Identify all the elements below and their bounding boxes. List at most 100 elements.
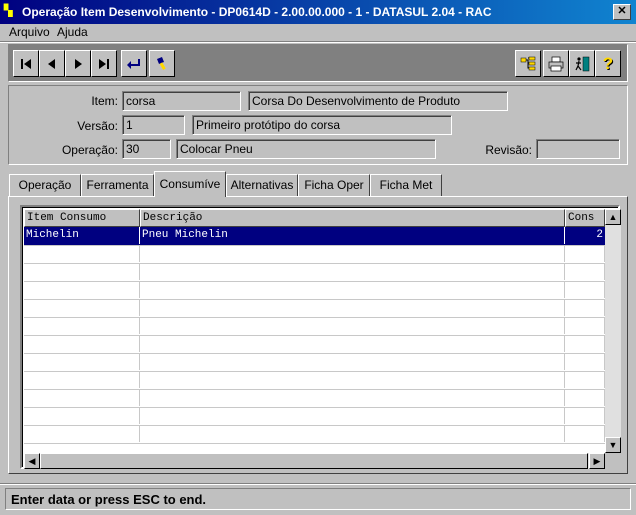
menu-divider [0,41,636,43]
empty-cell [140,371,565,388]
empty-table-row[interactable] [24,407,605,426]
empty-table-row[interactable] [24,299,605,318]
operacao-label: Operação: [61,143,118,157]
goto-button[interactable] [121,50,147,77]
help-icon: ? [602,53,614,73]
tab-ficha-met[interactable]: Ficha Met [370,174,442,196]
item-description-field: Corsa Do Desenvolvimento de Produto [248,91,508,111]
horizontal-scroll-thumb[interactable] [40,453,588,469]
column-header-item-consumo[interactable]: Item Consumo [24,209,140,227]
item-label: Item: [91,94,118,108]
horizontal-scrollbar[interactable]: ◀ ▶ [24,453,605,469]
empty-cell [140,353,565,370]
tree-icon [520,56,536,70]
empty-cell [140,335,565,352]
tree-button[interactable] [515,50,541,77]
window-title: Operação Item Desenvolvimento - DP0614D … [22,5,492,19]
next-record-button[interactable] [65,50,91,77]
tab-consumiveis[interactable]: Consumíve [154,171,226,197]
scroll-up-button[interactable]: ▲ [605,209,621,225]
empty-table-row[interactable] [24,425,605,444]
empty-cell [140,317,565,334]
consumiveis-grid[interactable]: Item Consumo Descrição Cons Michelin Pne… [20,205,621,469]
empty-table-row[interactable] [24,353,605,372]
empty-cell [565,389,605,406]
print-button[interactable] [543,50,569,77]
versao-field[interactable]: 1 [122,115,185,135]
previous-icon [48,58,55,69]
title-bar: ▚ Operação Item Desenvolvimento - DP0614… [0,0,636,24]
empty-cell [24,299,140,316]
table-row[interactable]: Michelin Pneu Michelin 2 [24,227,605,246]
vertical-scrollbar[interactable]: ▲ ▼ [605,209,621,453]
empty-cell [140,281,565,298]
tab-alternativas[interactable]: Alternativas [226,174,298,196]
app-icon: ▚ [4,5,13,17]
empty-cell [565,263,605,280]
empty-table-row[interactable] [24,263,605,282]
previous-record-button[interactable] [39,50,65,77]
item-code-field[interactable]: corsa [122,91,241,111]
empty-cell [565,371,605,388]
menu-arquivo[interactable]: Arquivo [9,25,50,39]
first-icon [21,58,31,69]
column-header-descricao[interactable]: Descrição [140,209,565,227]
empty-table-row[interactable] [24,335,605,354]
scroll-left-button[interactable]: ◀ [24,453,40,469]
search-button[interactable] [149,50,175,77]
tab-ficha-met-label: Ficha Met [379,178,433,192]
empty-cell [140,263,565,280]
empty-table-row[interactable] [24,371,605,390]
scrollbar-corner [605,453,621,469]
tab-ficha-oper[interactable]: Ficha Oper [298,174,370,196]
tab-ferramenta-label: Ferramenta [86,178,149,192]
status-divider [0,483,636,485]
first-record-button[interactable] [13,50,39,77]
operacao-field[interactable]: 30 [122,139,171,159]
cell-cons: 2 [596,229,603,241]
empty-cell [565,353,605,370]
menu-arquivo-label: Arquivo [9,25,50,39]
empty-cell [24,425,140,442]
empty-cell [565,281,605,298]
menu-ajuda[interactable]: Ajuda [57,25,88,39]
tab-ferramenta[interactable]: Ferramenta [81,174,154,196]
empty-cell [140,245,565,262]
tab-consumiveis-label: Consumíve [159,177,221,191]
empty-table-row[interactable] [24,317,605,336]
tab-operacao[interactable]: Operação [9,174,81,196]
empty-cell [24,335,140,352]
empty-cell [140,389,565,406]
status-bar: Enter data or press ESC to end. [5,488,631,510]
scroll-right-button[interactable]: ▶ [589,453,605,469]
versao-description-field: Primeiro protótipo do corsa [192,115,452,135]
return-icon [127,58,140,69]
last-record-button[interactable] [91,50,117,77]
empty-cell [140,407,565,424]
exit-door-icon [575,56,590,71]
cell-item-consumo: Michelin [24,227,140,244]
help-button[interactable]: ? [595,50,621,77]
flashlight-icon [157,56,166,70]
status-text: Enter data or press ESC to end. [11,492,207,507]
empty-cell [24,389,140,406]
empty-cell [24,317,140,334]
empty-table-row[interactable] [24,281,605,300]
empty-cell [565,299,605,316]
empty-cell [24,245,140,262]
next-icon [75,58,82,69]
versao-label: Versão: [77,119,118,133]
empty-cell [140,299,565,316]
revisao-field[interactable] [536,139,620,159]
exit-button[interactable] [569,50,595,77]
empty-table-row[interactable] [24,389,605,408]
printer-icon [548,56,564,71]
tab-alternativas-label: Alternativas [230,178,294,192]
close-button[interactable]: ✕ [613,4,631,20]
scroll-down-button[interactable]: ▼ [605,437,621,453]
empty-table-row[interactable] [24,245,605,264]
empty-cell [24,281,140,298]
empty-cell [565,317,605,334]
column-header-cons[interactable]: Cons [565,209,605,227]
last-icon [99,58,109,69]
